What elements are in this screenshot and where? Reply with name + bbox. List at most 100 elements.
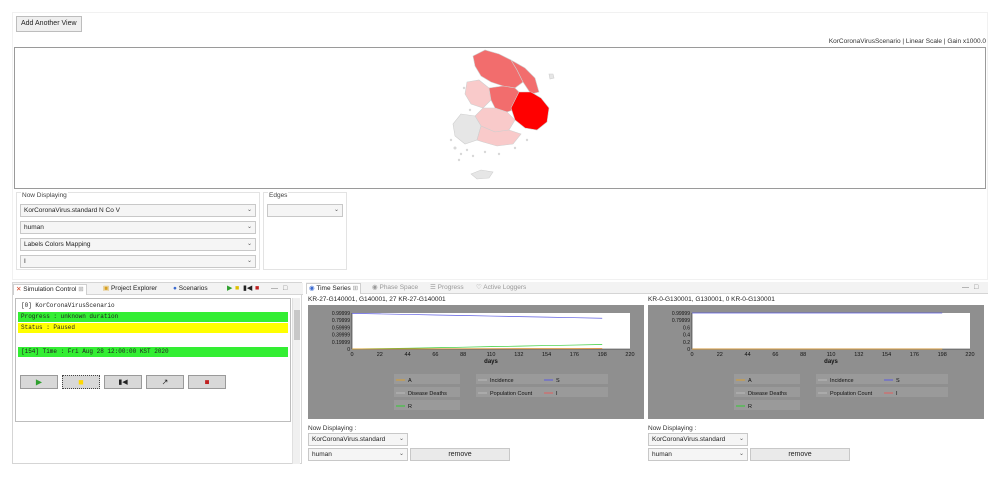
x-tick-label: 132 xyxy=(854,352,863,358)
remove-button[interactable]: remove xyxy=(410,448,510,461)
x-tick-label: 88 xyxy=(800,352,806,358)
legend-item-bg xyxy=(394,374,460,384)
mapping-combo[interactable]: Labels Colors Mapping ⌄ xyxy=(20,238,256,251)
stop-icon: ■ xyxy=(204,377,210,387)
tab-simulation-control-label: Simulation Control xyxy=(23,286,77,293)
minimize-icon[interactable]: — xyxy=(962,283,969,293)
state-combo-value: I xyxy=(24,258,26,265)
x-tick-label: 220 xyxy=(965,352,974,358)
scenario-combo[interactable]: KorCoronaVirus.standard N Co V ⌄ xyxy=(20,204,256,217)
play-icon: ▶ xyxy=(35,377,43,387)
legend-item-bg xyxy=(734,400,800,410)
legend-label: A xyxy=(408,378,412,384)
time-series-chart-svg: 0 22 44 66 88 110 132 154 176 198 220 00.20.4 0.60.7… xyxy=(672,311,975,410)
edges-combo[interactable]: ⌄ xyxy=(267,204,343,217)
add-another-view-button[interactable]: Add Another View xyxy=(16,16,82,32)
y-tick-label: 0 xyxy=(347,347,350,353)
now-displaying-label: Now Displaying : xyxy=(308,425,357,432)
remove-button[interactable]: remove xyxy=(750,448,850,461)
view-population-combo[interactable]: human ⌄ xyxy=(648,448,748,461)
region-west-coast xyxy=(464,79,492,109)
stop-small-icon[interactable]: ■ xyxy=(255,284,259,294)
plot-area xyxy=(692,313,970,349)
legend-label: S xyxy=(556,378,560,384)
y-tick-label: 0.79999 xyxy=(332,318,350,324)
tab-phase-space[interactable]: ◉ Phase Space xyxy=(372,283,418,294)
left-panel-scrollbar[interactable] xyxy=(292,298,300,464)
tab-time-series-label: Time Series xyxy=(316,285,351,292)
stop-button[interactable]: ■ xyxy=(188,375,226,389)
map-regions xyxy=(452,49,555,180)
x-tick-label: 220 xyxy=(625,352,634,358)
tab-scenarios[interactable]: ● Scenarios xyxy=(173,284,208,295)
y-tick-label: 0 xyxy=(687,347,690,353)
y-tick-label: 0.39999 xyxy=(332,333,350,339)
region-south-west xyxy=(452,113,482,145)
chart-icon: ◉ xyxy=(309,285,315,292)
legend-label: Population Count xyxy=(490,391,533,397)
time-series-chart-svg: 0 22 44 66 88 110 132 154 176 198 220 00.199990.399… xyxy=(332,311,635,410)
x-tick-label: 176 xyxy=(910,352,919,358)
tab-project-explorer[interactable]: ▣ Project Explorer xyxy=(103,284,157,295)
x-tick-label: 110 xyxy=(827,352,836,358)
region-island-east xyxy=(548,73,555,80)
tab-time-series[interactable]: ◉ Time Series ⊞ xyxy=(306,283,362,294)
x-tick-label: 22 xyxy=(377,352,383,358)
minimize-icon[interactable]: — xyxy=(271,284,278,294)
progress-icon: ☰ xyxy=(430,284,436,291)
tab-simulation-control[interactable]: ✕ Simulation Control ⊞ xyxy=(13,284,87,295)
time-series-view: KR-0-G130001, G130001, 0 KR-0-G130001 0 2… xyxy=(646,296,986,464)
pause-button[interactable]: ■ xyxy=(62,375,100,389)
x-tick-label: 132 xyxy=(514,352,523,358)
time-series-chart[interactable]: 0 22 44 66 88 110 132 154 176 198 220 0 0.2 0.4 0.6 0.7… xyxy=(648,305,984,419)
grid-icon: ⊞ xyxy=(352,285,359,292)
y-tick-label: 0.19999 xyxy=(332,340,350,346)
time-line: [154] Time : Fri Aug 28 12:00:00 KST 202… xyxy=(18,347,288,357)
run-button[interactable]: ▶ xyxy=(20,375,58,389)
phase-icon: ◉ xyxy=(372,284,378,291)
x-tick-label: 0 xyxy=(350,352,353,358)
population-combo[interactable]: human ⌄ xyxy=(20,221,256,234)
scrollbar-thumb[interactable] xyxy=(294,310,300,340)
run-small-icon[interactable]: ▶ xyxy=(227,284,232,294)
view-scenario-combo[interactable]: KorCoronaVirus.standard ⌄ xyxy=(308,433,408,446)
y-tick-label: 0.79999 xyxy=(672,318,690,324)
tab-progress[interactable]: ☰ Progress xyxy=(430,283,464,294)
legend-item-bg xyxy=(882,387,948,397)
x-tick-label: 88 xyxy=(460,352,466,358)
reset-button[interactable]: ↗ xyxy=(146,375,184,389)
close-icon: ✕ xyxy=(16,286,22,293)
plot-area xyxy=(352,313,630,349)
step-small-icon[interactable]: ▮◀ xyxy=(243,284,252,294)
maximize-icon[interactable]: □ xyxy=(974,283,978,293)
x-tick-label: 198 xyxy=(598,352,607,358)
reset-icon: ↗ xyxy=(161,377,169,387)
maximize-icon[interactable]: □ xyxy=(283,284,287,294)
y-tick-label: 0.2 xyxy=(683,340,690,346)
time-series-chart[interactable]: 0 22 44 66 88 110 132 154 176 198 220 0 0.19999 0.399… xyxy=(308,305,644,419)
simulation-status-area: [0] KorCoronaVirusScenario Progress : un… xyxy=(15,298,291,422)
pause-small-icon[interactable]: ■ xyxy=(235,284,239,294)
legend-label: Disease Deaths xyxy=(748,391,787,397)
view-scenario-value: KorCoronaVirus.standard xyxy=(312,436,386,443)
chevron-down-icon: ⌄ xyxy=(738,436,744,442)
map-canvas[interactable] xyxy=(14,47,986,189)
chevron-down-icon: ⌄ xyxy=(246,241,252,247)
chevron-down-icon: ⌄ xyxy=(738,451,744,457)
view-population-combo[interactable]: human ⌄ xyxy=(308,448,408,461)
legend-label: R xyxy=(408,404,412,410)
x-axis-label: days xyxy=(484,359,498,365)
time-series-caption: KR-27-G140001, G140001, 27 KR-27-G140001 xyxy=(308,296,446,303)
tab-phase-space-label: Phase Space xyxy=(379,284,419,291)
legend-label: Incidence xyxy=(830,378,854,384)
tab-active-loggers[interactable]: ♡ Active Loggers xyxy=(476,283,526,294)
chevron-down-icon: ⌄ xyxy=(333,207,339,213)
state-combo[interactable]: I ⌄ xyxy=(20,255,256,268)
legend-item-bg xyxy=(882,374,948,384)
legend-item-bg xyxy=(542,374,608,384)
chevron-down-icon: ⌄ xyxy=(246,224,252,230)
view-scenario-combo[interactable]: KorCoronaVirus.standard ⌄ xyxy=(648,433,748,446)
x-tick-label: 44 xyxy=(405,352,411,358)
step-back-button[interactable]: ▮◀ xyxy=(104,375,142,389)
x-tick-label: 66 xyxy=(772,352,778,358)
